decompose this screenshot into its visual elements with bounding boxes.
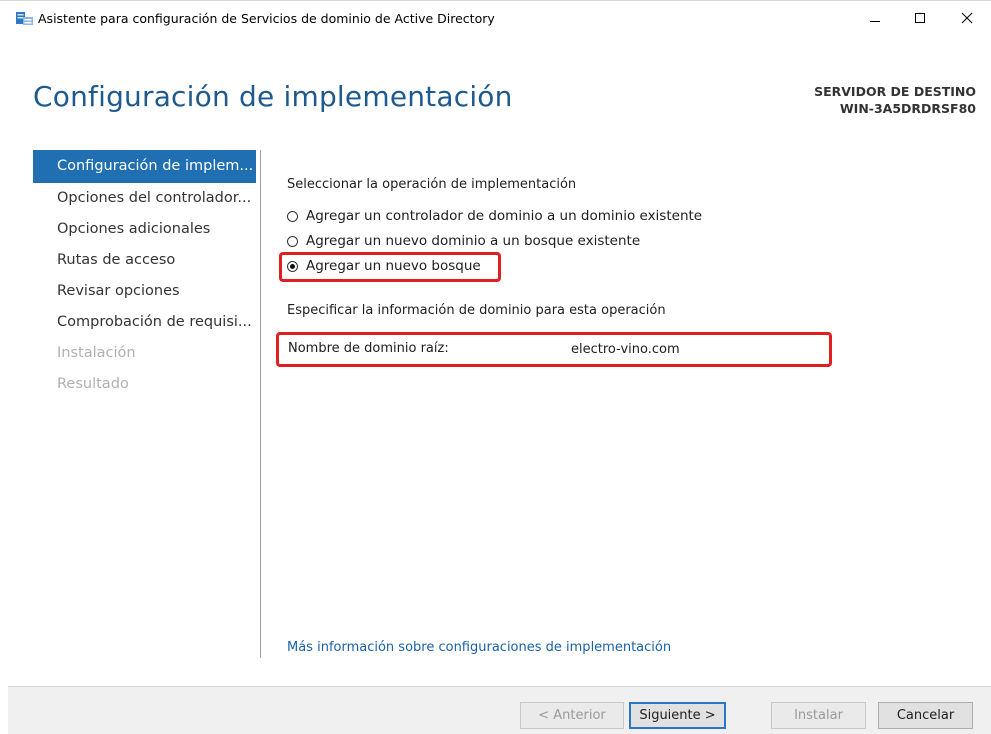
domain-info-heading: Especificar la información de dominio pa…: [287, 303, 666, 318]
nav-item-review-options[interactable]: Revisar opciones: [33, 276, 256, 307]
radio-add-dc-existing-domain[interactable]: [287, 210, 298, 222]
window-title: Asistente para configuración de Servicio…: [38, 11, 495, 26]
nav-item-dc-options[interactable]: Opciones del controlador...: [33, 183, 256, 214]
cancel-button[interactable]: Cancelar: [878, 702, 973, 729]
install-button[interactable]: Instalar: [771, 702, 866, 729]
maximize-icon: [915, 13, 925, 23]
page-title: Configuración de implementación: [33, 80, 513, 113]
wizard-nav: Configuración de implem... Opciones del …: [33, 150, 256, 400]
minimize-button[interactable]: [852, 2, 898, 34]
server-role-icon: [16, 11, 33, 26]
nav-item-installation: Instalación: [57, 345, 136, 361]
title-bar: Asistente para configuración de Servicio…: [0, 1, 991, 35]
highlight-root-domain: [276, 332, 832, 367]
nav-item-prerequisites-check[interactable]: Comprobación de requisi...: [33, 307, 256, 338]
more-info-link[interactable]: Más información sobre configuraciones de…: [287, 640, 671, 655]
target-server: SERVIDOR DE DESTINO WIN-3A5DRDRSF80: [814, 83, 976, 117]
option-label: Agregar un controlador de dominio a un d…: [306, 208, 703, 224]
next-button[interactable]: Siguiente >: [629, 702, 726, 729]
target-server-name: WIN-3A5DRDRSF80: [839, 101, 976, 116]
nav-item-additional-options[interactable]: Opciones adicionales: [33, 214, 256, 245]
option-add-domain-existing-forest[interactable]: Agregar un nuevo dominio a un bosque exi…: [287, 231, 640, 251]
close-button[interactable]: [944, 2, 990, 34]
nav-item-paths[interactable]: Rutas de acceso: [33, 245, 256, 276]
highlight-new-forest: [279, 252, 501, 282]
nav-item-deployment-configuration[interactable]: Configuración de implem...: [33, 150, 256, 183]
nav-divider: [260, 150, 261, 658]
maximize-button[interactable]: [897, 2, 943, 34]
minimize-icon: [870, 21, 880, 22]
option-add-dc-existing-domain[interactable]: Agregar un controlador de dominio a un d…: [287, 206, 702, 226]
radio-add-domain-existing-forest[interactable]: [287, 235, 298, 247]
nav-item-results: Resultado: [57, 376, 129, 392]
operation-heading: Seleccionar la operación de implementaci…: [287, 177, 577, 192]
wizard-footer: < Anterior Siguiente > Instalar Cancelar: [8, 686, 991, 734]
back-button[interactable]: < Anterior: [520, 702, 624, 729]
target-server-label: SERVIDOR DE DESTINO: [814, 84, 976, 99]
option-label: Agregar un nuevo dominio a un bosque exi…: [306, 233, 641, 249]
close-icon: [961, 12, 973, 24]
